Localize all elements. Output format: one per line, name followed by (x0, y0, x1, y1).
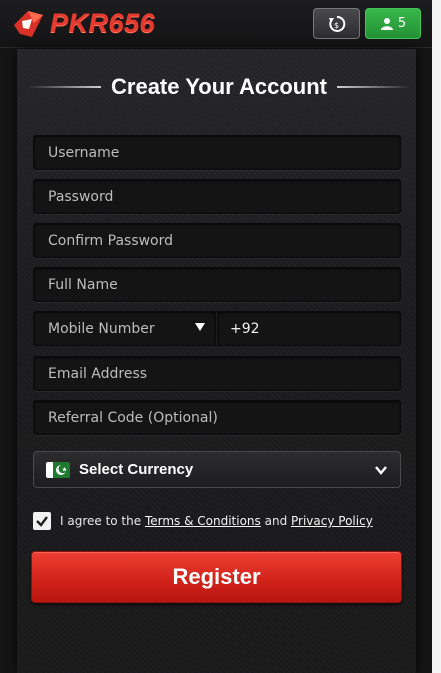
svg-text:$: $ (334, 21, 339, 30)
confirm-password-field[interactable]: Confirm Password (33, 223, 401, 258)
register-button[interactable]: Register (31, 551, 402, 603)
brand-name: PKR656 (50, 7, 156, 38)
dropdown-caret-icon (195, 323, 205, 331)
user-icon (380, 17, 393, 30)
currency-label: Select Currency (79, 461, 194, 478)
password-field[interactable]: Password (33, 179, 401, 214)
country-code-field[interactable]: +92 (217, 311, 401, 346)
top-header: PKR656 $ 5 (0, 0, 432, 48)
terms-link[interactable]: Terms & Conditions (145, 514, 261, 528)
mobile-number-select[interactable]: Mobile Number (33, 311, 216, 346)
form-title-row: Create Your Account (27, 70, 412, 104)
agree-prefix: I agree to the (60, 514, 145, 528)
currency-select[interactable]: Select Currency (33, 451, 401, 488)
title-divider-left (27, 86, 102, 88)
privacy-policy-link[interactable]: Privacy Policy (291, 514, 373, 528)
page-title: Create Your Account (111, 74, 327, 99)
agree-text: I agree to the Terms & Conditions and Pr… (60, 514, 373, 528)
title-divider-right (337, 86, 412, 88)
logo-mark-icon (14, 11, 43, 37)
email-field[interactable]: Email Address (33, 356, 401, 391)
online-users-button[interactable]: 5 (365, 8, 421, 39)
refresh-wallet-icon: $ (328, 15, 345, 32)
agree-checkbox[interactable] (33, 512, 51, 530)
chevron-down-icon (375, 466, 387, 475)
referral-code-field[interactable]: Referral Code (Optional) (33, 400, 401, 435)
wallet-button[interactable]: $ (313, 8, 360, 39)
online-user-count: 5 (397, 16, 407, 31)
agree-and: and (260, 514, 292, 528)
full-name-field[interactable]: Full Name (33, 267, 401, 302)
app-frame: PKR656 $ 5 Create Your Account Username … (0, 0, 441, 673)
username-field[interactable]: Username (33, 135, 401, 170)
terms-agreement: I agree to the Terms & Conditions and Pr… (33, 510, 373, 532)
mobile-number-label: Mobile Number (48, 320, 155, 337)
pakistan-flag-icon (46, 461, 70, 478)
checkmark-icon (36, 516, 48, 527)
brand-logo[interactable]: PKR656 (12, 5, 155, 41)
